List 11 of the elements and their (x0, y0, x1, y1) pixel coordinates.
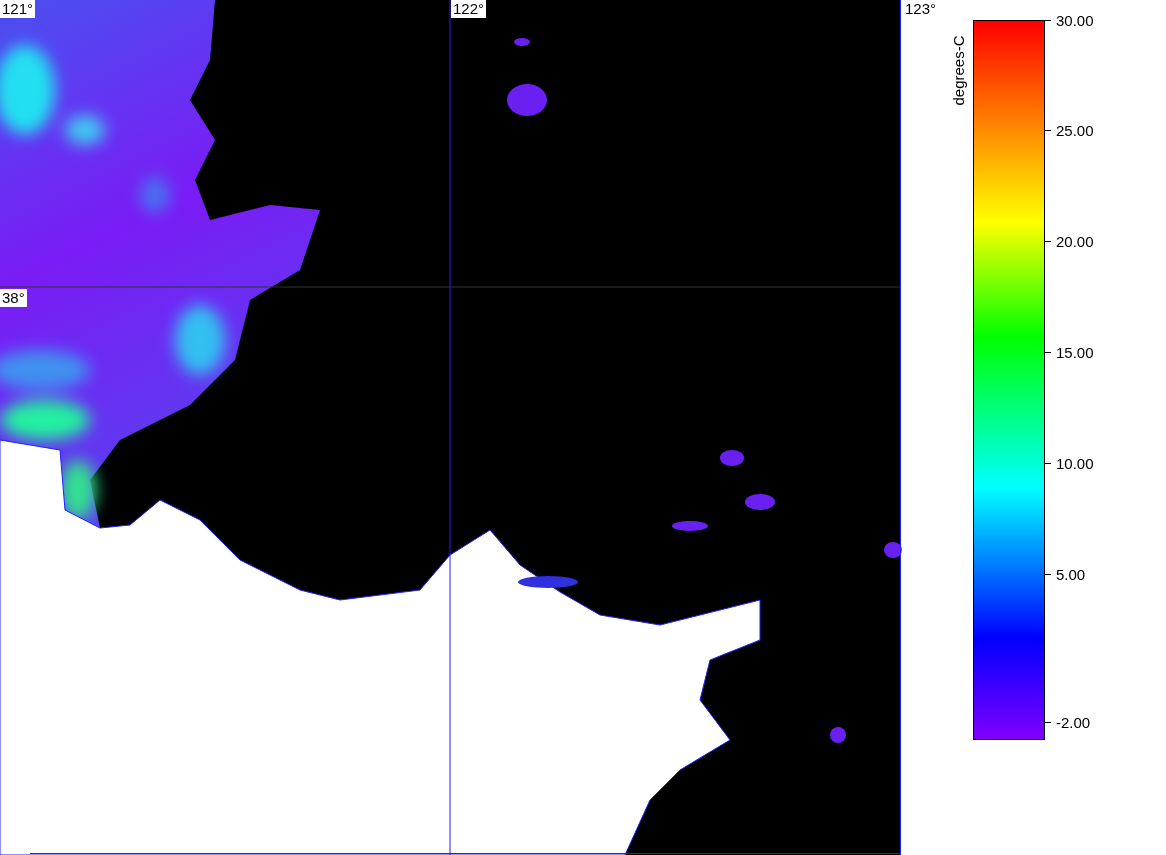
colorbar-title: degrees-C (949, 35, 967, 105)
latitude-label: 38° (0, 289, 27, 307)
colorbar-tick-label: 30.00 (1056, 11, 1094, 29)
colorbar-tick-label: 10.00 (1056, 454, 1094, 472)
colorbar-tick-label: -2.00 (1056, 713, 1091, 731)
longitude-label: 122° (451, 0, 487, 18)
colorbar-tick-label: 15.00 (1056, 343, 1094, 361)
colorbar-tick-label: 25.00 (1056, 122, 1094, 140)
colorbar-tick-label: 5.00 (1056, 565, 1086, 583)
longitude-label: 121° (0, 0, 36, 18)
colorbar-tick-label: 20.00 (1056, 233, 1094, 251)
